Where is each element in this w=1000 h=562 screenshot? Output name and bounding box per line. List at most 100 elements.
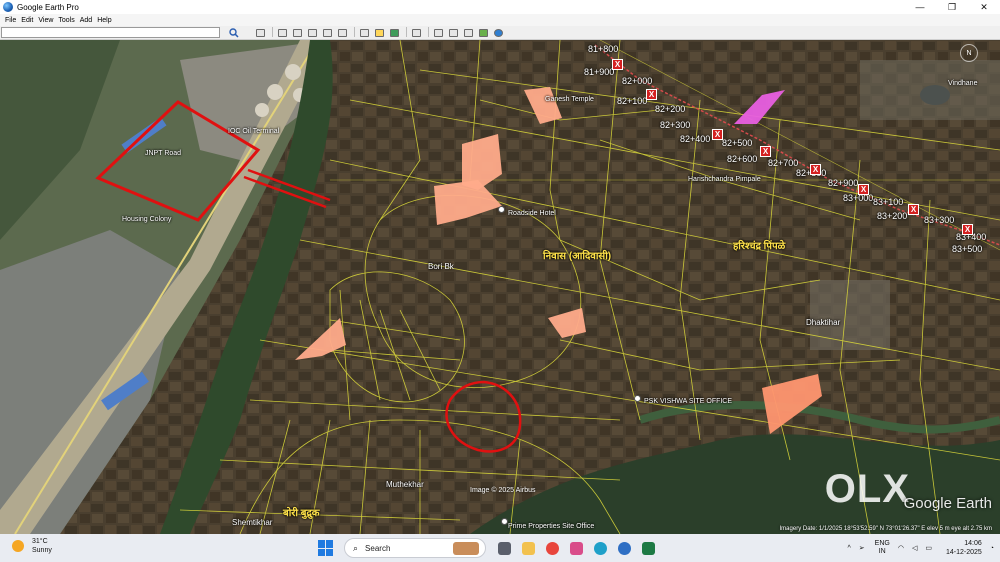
chainage-label: 82+600 [727, 154, 758, 164]
edge-icon[interactable] [590, 538, 610, 558]
task-view-icon[interactable] [494, 538, 514, 558]
search-icon [228, 28, 239, 38]
placemark-icon[interactable] [276, 27, 288, 38]
planets-icon[interactable] [388, 27, 400, 38]
menu-file[interactable]: File [5, 17, 16, 24]
close-marker-icon[interactable]: X [962, 224, 973, 235]
chainage-label: 81+900 [584, 67, 615, 77]
pinned-apps [494, 538, 662, 558]
overlay-icon[interactable] [321, 27, 333, 38]
maximize-button[interactable]: ❐ [936, 0, 968, 14]
window-controls: — ❐ ✕ [904, 0, 1000, 14]
menu-tools[interactable]: Tools [58, 17, 74, 24]
label-vishwa-site[interactable]: PSK VISHWA SITE OFFICE [644, 398, 732, 405]
label-oil-depot[interactable]: IOC Oil Terminal [228, 128, 279, 135]
label-housing[interactable]: Housing Colony [122, 216, 171, 223]
search-button[interactable] [227, 27, 240, 39]
search-input[interactable] [1, 27, 220, 38]
close-marker-icon[interactable]: X [646, 89, 657, 100]
label-shemtikhar[interactable]: Shemtikhar [232, 518, 272, 527]
chainage-label: 82+300 [660, 120, 691, 130]
label-dhaktihar[interactable]: Dhaktihar [806, 318, 840, 327]
menu-help[interactable]: Help [97, 17, 111, 24]
path-icon[interactable] [306, 27, 318, 38]
file-explorer-icon[interactable] [518, 538, 538, 558]
language-indicator[interactable]: ENG IN [875, 540, 890, 556]
chainage-label: 82+700 [768, 158, 799, 168]
battery-icon[interactable]: ▭ [925, 544, 932, 552]
close-button[interactable]: ✕ [968, 0, 1000, 14]
earth-icon[interactable] [492, 27, 504, 38]
chainage-label: 82+900 [828, 178, 859, 188]
weather-temp: 31°C [32, 538, 48, 545]
ruler-icon[interactable] [410, 27, 422, 38]
search-highlight-image [453, 542, 479, 555]
close-marker-icon[interactable]: X [712, 129, 723, 140]
placemark-pin[interactable] [501, 518, 508, 525]
excel-icon[interactable] [638, 538, 658, 558]
label-temple[interactable]: Ganesh Temple [545, 96, 594, 103]
volume-icon[interactable]: ◁ [912, 544, 917, 552]
start-button[interactable] [318, 540, 334, 556]
send-icon[interactable]: ➢ [859, 544, 865, 552]
compass-icon[interactable]: N [960, 44, 978, 62]
label-jnpt[interactable]: JNPT Road [145, 150, 181, 157]
lang-primary: ENG [874, 540, 890, 547]
minimize-button[interactable]: — [904, 0, 936, 14]
label-muthekhar[interactable]: Muthekhar [386, 480, 424, 489]
label-bori-bk[interactable]: Bori Bk [428, 262, 454, 271]
taskbar-search[interactable]: ⌕ Search [344, 538, 486, 558]
close-marker-icon[interactable]: X [760, 146, 771, 157]
chainage-label: 83+300 [924, 215, 955, 225]
print-icon[interactable] [447, 27, 459, 38]
history-icon[interactable] [358, 27, 370, 38]
polygon-icon[interactable] [291, 27, 303, 38]
maps-icon[interactable] [477, 27, 489, 38]
chainage-label: 82+000 [622, 76, 653, 86]
close-marker-icon[interactable]: X [810, 164, 821, 175]
label-harishchandra[interactable]: Harishchandra Pimpale [688, 176, 761, 183]
search-icon: ⌕ [353, 542, 359, 553]
sun-icon[interactable] [373, 27, 385, 38]
weather-desc: Sunny [32, 547, 52, 554]
toolbar-icons [254, 27, 507, 39]
clock[interactable]: 14:06 14-12-2025 [946, 539, 982, 557]
status-bar: Imagery Date: 1/1/2025 18°53'52.59" N 73… [779, 526, 992, 532]
notification-bell-icon[interactable]: ◔ [990, 545, 994, 552]
close-marker-icon[interactable]: X [858, 184, 869, 195]
chainage-label: 83+200 [877, 211, 908, 221]
image-credit: Image © 2025 Airbus [470, 487, 536, 494]
placemark-pin[interactable] [634, 395, 641, 402]
tour-icon[interactable] [336, 27, 348, 38]
email-icon[interactable] [432, 27, 444, 38]
menu-add[interactable]: Add [80, 17, 92, 24]
google-earth-watermark: Google Earth [903, 495, 992, 512]
chainage-label: 82+400 [680, 134, 711, 144]
title-bar: Google Earth Pro — ❐ ✕ [0, 0, 1000, 14]
chrome-icon[interactable] [542, 538, 562, 558]
weather-widget[interactable]: 31°C Sunny [12, 537, 52, 555]
windows-taskbar: 31°C Sunny ⌕ Search ^ ➢ ENG IN ◠ ◁ ▭ 14:… [0, 534, 1000, 562]
toolbar [0, 26, 1000, 40]
chainage-label: 82+100 [617, 96, 648, 106]
close-marker-icon[interactable]: X [908, 204, 919, 215]
label-survey-center: निवास (आदिवासी) [543, 251, 612, 262]
sun-icon [12, 540, 24, 552]
snipping-tool-icon[interactable] [566, 538, 586, 558]
label-village-top[interactable]: Vindhane [948, 80, 977, 87]
menu-view[interactable]: View [38, 17, 53, 24]
placemark-pin[interactable] [498, 206, 505, 213]
save-image-icon[interactable] [462, 27, 474, 38]
clock-date: 14-12-2025 [945, 549, 982, 556]
wifi-icon[interactable]: ◠ [898, 544, 904, 552]
label-prime-properties[interactable]: Prime Properties Site Office [508, 523, 594, 530]
google-earth-taskbar-icon[interactable] [614, 538, 634, 558]
olx-watermark: OLX [824, 467, 910, 511]
label-roadside[interactable]: Roadside Hotel [508, 210, 556, 217]
close-marker-icon[interactable]: X [612, 59, 623, 70]
map-viewport[interactable]: IOC Oil Terminal JNPT Road Housing Colon… [0, 40, 1000, 534]
menu-edit[interactable]: Edit [21, 17, 33, 24]
menu-bar: File Edit View Tools Add Help [0, 14, 1000, 26]
tray-overflow-icon[interactable]: ^ [847, 545, 850, 552]
sidebar-toggle-icon[interactable] [254, 27, 266, 38]
